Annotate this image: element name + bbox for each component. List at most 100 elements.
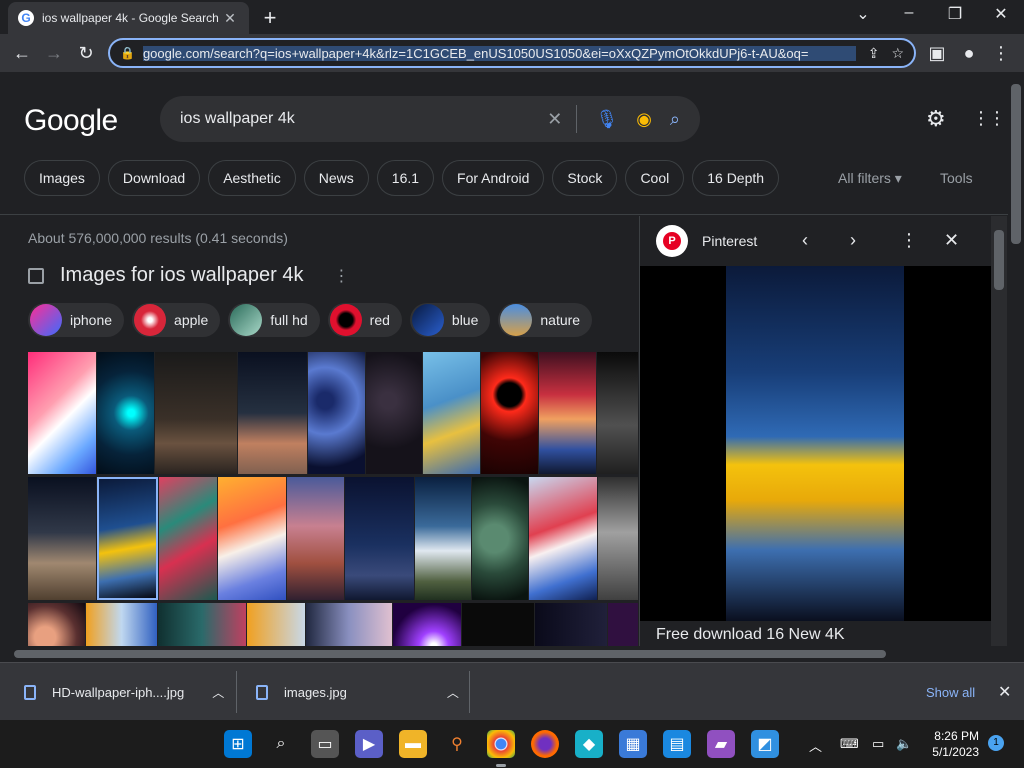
suggestion-chip-iphone[interactable]: iphone [28, 303, 125, 337]
start-icon[interactable]: ⊞ [224, 730, 252, 758]
taskbar-clock[interactable]: 8:26 PM 5/1/2023 [925, 728, 979, 760]
download-item[interactable]: images.jpg ︿ [256, 663, 459, 721]
close-download-bar-icon[interactable]: ✕ [998, 682, 1011, 702]
image-result[interactable] [393, 603, 461, 646]
image-result[interactable] [247, 603, 305, 646]
close-preview-icon[interactable]: ✕ [944, 230, 959, 251]
back-button[interactable]: ← [10, 41, 34, 65]
google-logo[interactable]: Google [24, 104, 118, 138]
horizontal-scrollbar[interactable] [0, 646, 1008, 662]
volume-icon[interactable]: 🔈 [896, 736, 912, 752]
scrollbar-thumb[interactable] [994, 230, 1004, 290]
image-result[interactable] [608, 603, 638, 646]
chip-cool[interactable]: Cool [625, 160, 685, 196]
search-icon[interactable]: ⌕ [670, 109, 680, 130]
microphone-icon[interactable]: 🎙 [595, 109, 618, 130]
keyboard-icon[interactable]: ⌨ [840, 736, 859, 752]
chip-images[interactable]: Images [24, 160, 100, 196]
notification-badge[interactable]: 1 [988, 735, 1004, 751]
image-result[interactable] [462, 603, 534, 646]
app-icon[interactable]: ◆ [575, 730, 603, 758]
suggestion-chip-apple[interactable]: apple [132, 303, 221, 337]
minimize-button[interactable]: – [894, 4, 924, 22]
chevron-up-icon[interactable]: ︿ [447, 684, 459, 701]
image-result[interactable] [86, 603, 157, 646]
image-result[interactable] [481, 352, 538, 474]
restore-button[interactable]: ❐ [940, 4, 970, 24]
image-result[interactable] [535, 603, 607, 646]
suggestion-chip-red[interactable]: red [327, 303, 402, 337]
chip-download[interactable]: Download [107, 160, 201, 196]
tab-search-icon[interactable]: ⌄ [848, 4, 878, 24]
scrollbar-thumb[interactable] [1011, 84, 1021, 244]
image-result[interactable] [472, 477, 528, 600]
image-result[interactable] [155, 352, 237, 474]
pinterest-logo-icon[interactable]: P [656, 225, 688, 257]
preview-source[interactable]: Pinterest [702, 233, 757, 249]
image-result[interactable] [529, 477, 597, 600]
tools-button[interactable]: Tools [940, 170, 973, 186]
show-hidden-icons[interactable]: ︿ [809, 736, 822, 755]
suggestion-chip-nature[interactable]: nature [498, 303, 593, 337]
image-result[interactable] [308, 352, 365, 474]
search-icon[interactable]: ⌕ [267, 730, 295, 758]
close-window-button[interactable]: ✕ [986, 4, 1016, 24]
image-result[interactable] [218, 477, 286, 600]
calendar-icon[interactable]: ▤ [663, 730, 691, 758]
images-heading[interactable]: Images for ios wallpaper 4k ⋮ [28, 264, 349, 287]
download-item[interactable]: HD-wallpaper-iph....jpg ︿ [24, 663, 224, 721]
search-input[interactable]: ios wallpaper 4k [180, 110, 529, 128]
chat-icon[interactable]: ▶ [355, 730, 383, 758]
reload-button[interactable]: ↻ [74, 41, 98, 65]
image-result-selected[interactable] [97, 477, 158, 600]
firefox-icon[interactable] [531, 730, 559, 758]
all-filters-button[interactable]: All filters ▾ [838, 170, 902, 187]
new-tab-button[interactable]: + [258, 5, 282, 31]
suggestion-chip-blue[interactable]: blue [409, 303, 491, 337]
images-heading-text[interactable]: Images for ios wallpaper 4k [60, 264, 303, 287]
image-result[interactable] [366, 352, 422, 474]
network-icon[interactable]: ▭ [872, 736, 884, 752]
bookmark-star-icon[interactable]: ☆ [891, 45, 904, 62]
image-result[interactable] [28, 603, 85, 646]
previous-image-icon[interactable]: ‹ [802, 230, 808, 251]
next-image-icon[interactable]: › [850, 230, 856, 251]
chrome-icon[interactable] [487, 730, 515, 767]
chip-stock[interactable]: Stock [552, 160, 618, 196]
image-result[interactable] [287, 477, 344, 600]
image-result[interactable] [159, 477, 217, 600]
chip-news[interactable]: News [303, 160, 369, 196]
scrollbar-thumb[interactable] [14, 650, 886, 658]
settings-gear-icon[interactable]: ⚙ [926, 106, 946, 132]
url-text[interactable]: google.com/search?q=ios+wallpaper+4k&rlz… [142, 45, 856, 61]
clipchamp-icon[interactable]: ▰ [707, 730, 735, 758]
image-result[interactable] [598, 477, 638, 600]
search-box[interactable]: ios wallpaper 4k ✕ 🎙 ◉ ⌕ [160, 96, 700, 142]
file-explorer-icon[interactable]: ▬ [399, 730, 427, 758]
forward-button[interactable]: → [42, 41, 66, 65]
clear-icon[interactable]: ✕ [547, 109, 562, 130]
suggestion-chip-full-hd[interactable]: full hd [228, 303, 320, 337]
image-result[interactable] [238, 352, 307, 474]
chip-16-depth[interactable]: 16 Depth [692, 160, 780, 196]
profile-icon[interactable]: ● [957, 41, 981, 65]
share-icon[interactable]: ⇪ [868, 45, 880, 62]
image-result[interactable] [158, 603, 246, 646]
image-result[interactable] [306, 603, 392, 646]
panel-vertical-scrollbar[interactable] [991, 216, 1007, 646]
close-tab-icon[interactable]: ✕ [221, 10, 239, 27]
show-all-downloads-link[interactable]: Show all [926, 685, 975, 700]
image-result[interactable] [345, 477, 414, 600]
microsoft-store-icon[interactable]: ▦ [619, 730, 647, 758]
preview-more-icon[interactable]: ⋮ [900, 230, 918, 251]
apps-grid-icon[interactable]: ⋮⋮⋮ [972, 108, 1008, 129]
tab-google-search[interactable]: G ios wallpaper 4k - Google Search ✕ [8, 2, 249, 34]
image-result[interactable] [97, 352, 154, 474]
image-result[interactable] [539, 352, 596, 474]
chip-16-1[interactable]: 16.1 [376, 160, 435, 196]
address-bar[interactable]: 🔒 google.com/search?q=ios+wallpaper+4k&r… [108, 38, 916, 68]
side-panel-icon[interactable]: ▣ [925, 41, 949, 65]
preview-wallpaper[interactable] [726, 266, 904, 621]
image-result[interactable] [28, 477, 96, 600]
chip-aesthetic[interactable]: Aesthetic [208, 160, 296, 196]
